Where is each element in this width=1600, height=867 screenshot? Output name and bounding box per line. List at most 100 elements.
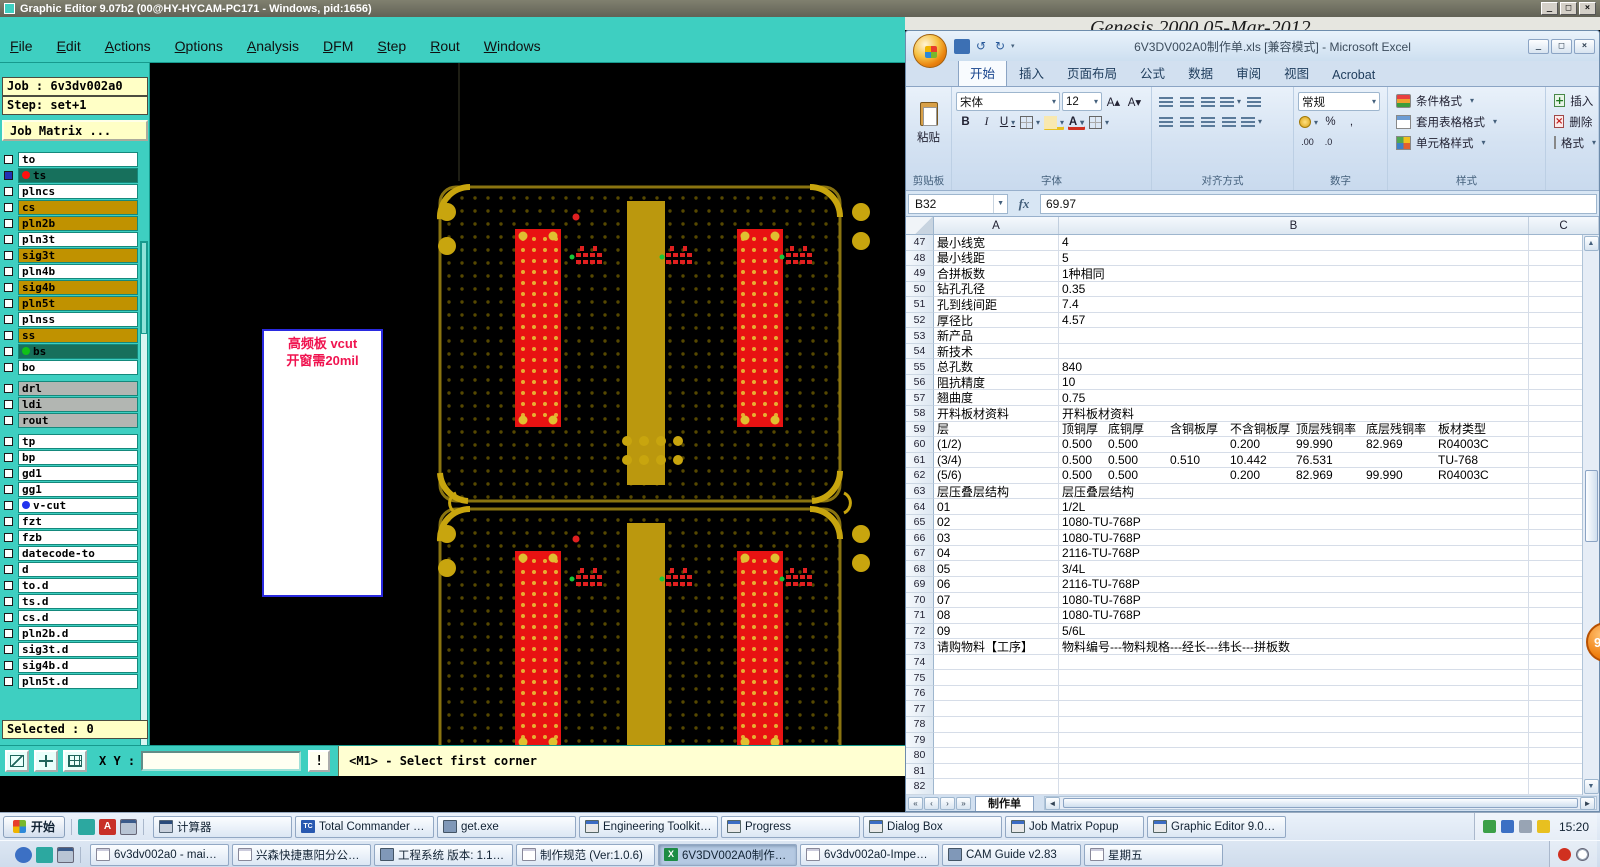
layer-checkbox[interactable] (4, 644, 13, 654)
layer-row-pln3t[interactable]: pln3t (0, 231, 149, 247)
font-color-button[interactable]: A (1067, 113, 1086, 131)
alert-button[interactable]: ! (308, 750, 331, 772)
cell-styles-button[interactable]: 单元格样式 (1392, 132, 1541, 153)
layer-checkbox[interactable] (4, 362, 13, 372)
cell-C75[interactable] (1529, 670, 1582, 686)
tray-icon-network[interactable] (1500, 820, 1514, 833)
taskbar-button[interactable]: Progress (721, 815, 861, 838)
layer-row-rout[interactable]: rout (0, 412, 149, 428)
cell-A64[interactable]: 01 (934, 499, 1059, 515)
paste-button[interactable]: 粘贴 (911, 92, 947, 154)
font-name-select[interactable]: 宋体 (956, 92, 1060, 111)
cell-B81[interactable] (1059, 763, 1529, 780)
next-sheet-icon[interactable]: › (940, 796, 955, 810)
layer-checkbox[interactable] (4, 383, 13, 393)
layer-checkbox[interactable] (4, 266, 13, 276)
row-header-64[interactable]: 64 (906, 499, 934, 515)
row-header-66[interactable]: 66 (906, 530, 934, 546)
tray-icon-updates[interactable] (1536, 820, 1550, 833)
cell-B64[interactable]: 1/2L (1059, 499, 1529, 515)
layer-checkbox[interactable] (4, 500, 13, 510)
layer-row-sig4b[interactable]: sig4b (0, 279, 149, 295)
cell-A72[interactable]: 09 (934, 623, 1059, 640)
align-middle-button[interactable] (1177, 92, 1196, 110)
align-top-button[interactable] (1156, 92, 1175, 110)
increase-decimal-button[interactable]: .00 (1298, 133, 1317, 151)
cell-B70[interactable]: 1080-TU-768P (1059, 592, 1529, 609)
layer-list-scrollbar[interactable] (140, 241, 148, 766)
row-header-65[interactable]: 65 (906, 514, 934, 531)
pcb-canvas[interactable]: 高频板 vcut 开窗需20mil (150, 63, 905, 745)
row-header-76[interactable]: 76 (906, 685, 934, 702)
bold-button[interactable]: B (956, 113, 975, 131)
layer-checkbox[interactable] (4, 452, 13, 462)
cell-C52[interactable] (1529, 313, 1582, 329)
cell-B58[interactable]: 开料板材资料 (1059, 406, 1529, 422)
tray-icon-volume[interactable] (1518, 820, 1532, 833)
job-matrix-button[interactable]: Job Matrix ... (2, 120, 148, 141)
row-header-47[interactable]: 47 (906, 235, 934, 251)
layer-checkbox[interactable] (4, 676, 13, 686)
cell-A62[interactable]: (5/6) (934, 468, 1059, 484)
ribbon-tab-视图[interactable]: 视图 (1273, 59, 1320, 86)
cell-A74[interactable] (934, 654, 1059, 671)
delete-cells-button[interactable]: × 删除 (1550, 111, 1594, 132)
row-header-48[interactable]: 48 (906, 250, 934, 267)
cell-B63[interactable]: 层压叠层结构 (1059, 483, 1529, 500)
ribbon-tab-插入[interactable]: 插入 (1008, 59, 1055, 86)
maximize-button[interactable]: □ (1560, 2, 1577, 15)
row-header-69[interactable]: 69 (906, 577, 934, 593)
cell-C53[interactable] (1529, 328, 1582, 344)
cell-C74[interactable] (1529, 655, 1582, 671)
menu-analysis[interactable]: Analysis (247, 38, 299, 54)
cell-C50[interactable] (1529, 282, 1582, 298)
cell-B52[interactable]: 4.57 (1059, 312, 1529, 329)
cell-C60[interactable] (1529, 437, 1582, 453)
cell-C79[interactable] (1529, 733, 1582, 749)
layer-row-ldi[interactable]: ldi (0, 396, 149, 412)
vscroll-thumb[interactable] (1584, 470, 1598, 542)
row-header-70[interactable]: 70 (906, 592, 934, 609)
cell-A66[interactable]: 03 (934, 530, 1059, 546)
column-header-C[interactable]: C (1529, 217, 1599, 234)
row-header-54[interactable]: 54 (906, 343, 934, 360)
layer-row-ts.d[interactable]: ts.d (0, 593, 149, 609)
layer-row-fzb[interactable]: fzb (0, 529, 149, 545)
phonetic-guide-button[interactable] (1088, 113, 1110, 131)
row-header-56[interactable]: 56 (906, 374, 934, 391)
cell-C81[interactable] (1529, 764, 1582, 780)
scroll-left-icon[interactable]: ◄ (1045, 796, 1060, 810)
cell-A50[interactable]: 钻孔孔径 (934, 281, 1059, 298)
layer-checkbox[interactable] (4, 298, 13, 308)
vertical-scrollbar[interactable]: ▲ ▼ (1582, 235, 1599, 795)
qat-dropdown-icon[interactable]: ▾ (1011, 42, 1015, 50)
menu-rout[interactable]: Rout (430, 38, 460, 54)
format-as-table-button[interactable]: 套用表格格式 (1392, 111, 1541, 132)
cell-A79[interactable] (934, 732, 1059, 749)
cell-A69[interactable]: 06 (934, 577, 1059, 593)
cell-B68[interactable]: 3/4L (1059, 561, 1529, 578)
insert-function-button[interactable]: fx (1011, 196, 1037, 212)
cell-A56[interactable]: 阻抗精度 (934, 374, 1059, 391)
cell-B59[interactable]: 顶铜厚 底铜厚 含铜板厚 不含铜板厚 顶层残铜率 底层残铜率 板材类型 (1059, 421, 1529, 438)
layer-checkbox[interactable] (4, 660, 13, 670)
horizontal-scrollbar[interactable]: ◄ ► (1044, 796, 1597, 810)
layer-row-sig4b.d[interactable]: sig4b.d (0, 657, 149, 673)
cell-B56[interactable]: 10 (1059, 374, 1529, 391)
first-sheet-icon[interactable]: « (908, 796, 923, 810)
ribbon-tab-开始[interactable]: 开始 (958, 58, 1008, 86)
taskbar-button[interactable]: Engineering Toolkit 9... (579, 815, 719, 838)
cell-A78[interactable] (934, 716, 1059, 733)
last-sheet-icon[interactable]: » (956, 796, 971, 810)
cell-A82[interactable] (934, 779, 1059, 795)
borders-button[interactable] (1019, 113, 1041, 131)
layer-checkbox[interactable] (4, 154, 13, 164)
taskbar-button[interactable]: 6v3dv002a0 - main_ga (90, 843, 229, 866)
taskbar-button[interactable]: get.exe (437, 815, 577, 838)
menu-step[interactable]: Step (377, 38, 406, 54)
italic-button[interactable]: I (977, 113, 996, 131)
cell-C54[interactable] (1529, 344, 1582, 360)
align-bottom-button[interactable] (1198, 92, 1217, 110)
row-header-59[interactable]: 59 (906, 421, 934, 438)
cell-A75[interactable] (934, 670, 1059, 686)
